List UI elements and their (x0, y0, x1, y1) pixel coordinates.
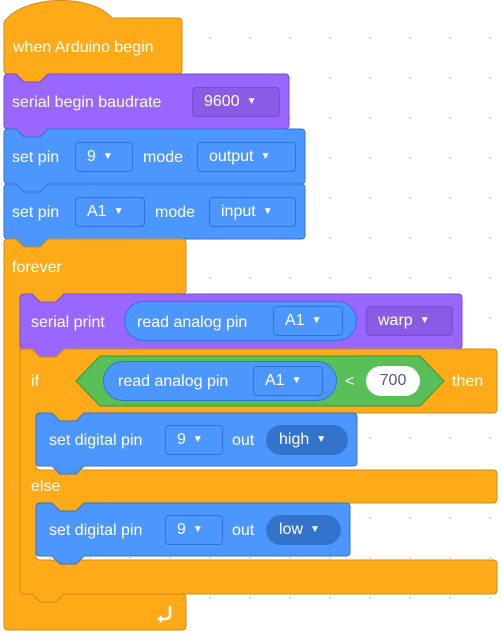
level-value: low (279, 521, 304, 538)
else-label: else (31, 478, 61, 495)
caret-down-icon: ▼ (113, 206, 124, 217)
caret-down-icon: ▼ (260, 151, 271, 162)
caret-down-icon: ▼ (310, 524, 320, 535)
mode-dropdown[interactable]: output ▼ (197, 142, 296, 172)
pin-value: A1 (87, 203, 107, 220)
digital-pin-dropdown[interactable]: 9 ▼ (165, 425, 223, 455)
caret-down-icon: ▼ (291, 375, 302, 386)
caret-down-icon: ▼ (316, 434, 327, 445)
caret-down-icon: ▼ (192, 524, 203, 535)
read-analog-label: read analog pin (118, 373, 229, 390)
caret-down-icon: ▼ (311, 315, 322, 326)
out-label: out (232, 432, 255, 449)
mode-dropdown[interactable]: input ▼ (209, 197, 296, 227)
caret-down-icon: ▼ (102, 151, 113, 162)
baudrate-dropdown[interactable]: 9600 ▼ (192, 87, 280, 117)
then-label: then (452, 373, 484, 390)
level-value: high (279, 431, 310, 448)
mode-label: mode (143, 149, 184, 166)
set-pin-label: set pin (12, 149, 60, 166)
level-dropdown[interactable]: low ▼ (266, 515, 341, 545)
analog-pin-value: A1 (265, 372, 285, 389)
analog-pin-dropdown[interactable]: A1 ▼ (273, 306, 343, 336)
digital-pin-value: 9 (177, 521, 186, 538)
serial-begin-label: serial begin baudrate (12, 94, 162, 111)
set-pin-label: set pin (12, 204, 60, 221)
print-format-value: warp (378, 312, 413, 329)
digital-pin-dropdown[interactable]: 9 ▼ (165, 515, 223, 545)
threshold-input[interactable]: 700 (366, 366, 420, 396)
less-than-symbol: < (345, 373, 355, 390)
serial-print-label: serial print (31, 314, 105, 331)
analog-pin-dropdown[interactable]: A1 ▼ (253, 366, 323, 396)
forever-label: forever (12, 259, 62, 276)
mode-value: output (209, 148, 254, 165)
digital-pin-value: 9 (177, 431, 186, 448)
set-digital-pin-label: set digital pin (49, 522, 143, 539)
pin-dropdown[interactable]: 9 ▼ (75, 142, 133, 172)
mode-label: mode (155, 204, 196, 221)
caret-down-icon: ▼ (262, 206, 273, 217)
if-label: if (31, 373, 39, 390)
baudrate-value: 9600 (204, 93, 240, 110)
analog-pin-value: A1 (285, 312, 305, 329)
out-label: out (232, 522, 255, 539)
mode-value: input (221, 203, 256, 220)
loop-arrow-icon (155, 603, 175, 628)
pin-value: 9 (87, 148, 96, 165)
pin-dropdown[interactable]: A1 ▼ (75, 197, 145, 227)
print-format-dropdown[interactable]: warp ▼ (366, 306, 453, 336)
level-dropdown[interactable]: high ▼ (266, 425, 348, 455)
hat-label: when Arduino begin (13, 39, 154, 56)
set-digital-pin-label: set digital pin (49, 432, 143, 449)
caret-down-icon: ▼ (192, 434, 203, 445)
caret-down-icon: ▼ (246, 96, 257, 107)
caret-down-icon: ▼ (419, 315, 430, 326)
read-analog-label: read analog pin (137, 314, 248, 331)
